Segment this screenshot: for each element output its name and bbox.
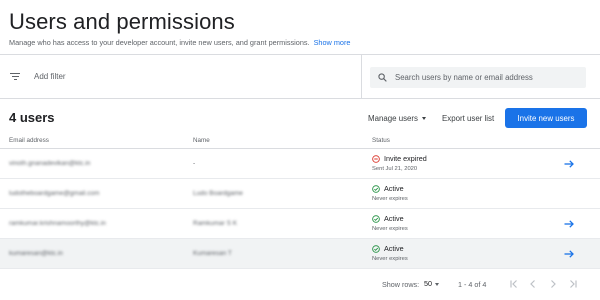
status-line: Active — [372, 214, 408, 223]
table-body: vinoth.gnanadevikan@ktc.in - Invite expire… — [0, 149, 600, 269]
user-name: Kumaresan T — [193, 250, 232, 257]
status-line: Active — [372, 184, 408, 193]
add-filter-button[interactable]: Add filter — [0, 55, 362, 98]
invite-new-users-button[interactable]: Invite new users — [505, 108, 587, 128]
column-header-email: Email address — [9, 137, 49, 144]
user-name: Ramkumar S K — [193, 220, 238, 227]
chevron-down-icon — [422, 116, 427, 120]
user-status: Active Never expires — [372, 214, 408, 232]
rows-per-page-value: 50 — [424, 279, 432, 288]
search-input[interactable] — [395, 73, 575, 82]
user-status: Active Never expires — [372, 244, 408, 262]
filter-bar: Add filter — [0, 55, 600, 99]
status-detail: Sent Jul 21, 2020 — [372, 166, 418, 172]
status-detail: Never expires — [372, 256, 408, 262]
user-email: kumaresan@ktc.in — [9, 250, 63, 257]
user-email: vinoth.gnanadevikan@ktc.in — [9, 160, 91, 167]
pagination-range: 1 - 4 of 4 — [458, 280, 487, 289]
arrow-right-icon[interactable] — [563, 158, 575, 170]
user-name: - — [193, 160, 196, 167]
previous-page-icon[interactable] — [527, 278, 539, 290]
column-header-status: Status — [372, 137, 390, 144]
filter-icon — [10, 72, 20, 81]
status-label: Active — [384, 184, 404, 193]
add-filter-label: Add filter — [34, 72, 66, 81]
users-count: 4 users — [9, 110, 55, 125]
check-circle-icon — [372, 184, 380, 193]
user-email: ludotheboardgame@gmail.com — [9, 190, 100, 197]
first-page-icon[interactable] — [508, 278, 520, 290]
status-line: Invite expired — [372, 154, 427, 163]
table-row[interactable]: kumaresan@ktc.in Kumaresan T Active Never e… — [0, 239, 600, 269]
show-more-link[interactable]: Show more — [314, 38, 351, 47]
user-status: Active Never expires — [372, 184, 408, 202]
arrow-right-icon[interactable] — [563, 248, 575, 260]
table-row[interactable]: vinoth.gnanadevikan@ktc.in - Invite expire… — [0, 149, 600, 179]
status-label: Active — [384, 214, 404, 223]
status-label: Invite expired — [384, 154, 427, 163]
arrow-right-icon[interactable] — [563, 218, 575, 230]
table-row[interactable]: ludotheboardgame@gmail.com Ludo Boardgame… — [0, 179, 600, 209]
blocked-circle-icon — [372, 154, 380, 163]
status-detail: Never expires — [372, 196, 408, 202]
rows-per-page-select[interactable]: 50 — [424, 279, 439, 288]
check-circle-icon — [372, 244, 380, 253]
search-icon — [378, 73, 387, 82]
subtitle-text: Manage who has access to your developer … — [9, 38, 310, 47]
check-circle-icon — [372, 214, 380, 223]
status-detail: Never expires — [372, 226, 408, 232]
users-table: Email address Name Status vinoth.gnanade… — [0, 132, 600, 269]
export-user-list-button[interactable]: Export user list — [442, 108, 494, 128]
chevron-down-icon — [435, 282, 439, 286]
manage-users-label: Manage users — [368, 113, 419, 123]
user-status: Invite expired Sent Jul 21, 2020 — [372, 154, 427, 172]
pagination-bar: Show rows: 50 1 - 4 of 4 — [0, 273, 600, 295]
page-subtitle: Manage who has access to your developer … — [9, 38, 350, 47]
user-name: Ludo Boardgame — [193, 190, 243, 197]
next-page-icon[interactable] — [547, 278, 559, 290]
user-email: ramkumar.krishnamoorthy@ktc.in — [9, 220, 106, 227]
last-page-icon[interactable] — [567, 278, 579, 290]
show-rows-label: Show rows: — [382, 280, 420, 289]
status-line: Active — [372, 244, 408, 253]
status-label: Active — [384, 244, 404, 253]
table-header: Email address Name Status — [0, 132, 600, 149]
search-box[interactable] — [370, 67, 586, 88]
page-title: Users and permissions — [9, 9, 235, 34]
manage-users-button[interactable]: Manage users — [368, 108, 427, 128]
table-row[interactable]: ramkumar.krishnamoorthy@ktc.in Ramkumar S… — [0, 209, 600, 239]
column-header-name: Name — [193, 137, 210, 144]
